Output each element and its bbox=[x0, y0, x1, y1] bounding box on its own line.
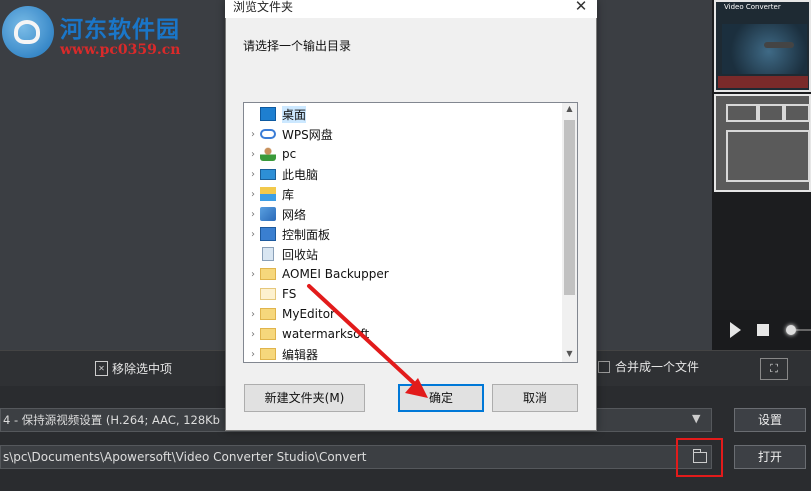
folder-tree[interactable]: 桌面 › WPS网盘 › pc › 此电脑 › 库 › 网络 › 控制面板 回收站 › AOMEI Backu… bbox=[243, 102, 578, 363]
stop-icon[interactable] bbox=[757, 324, 769, 336]
output-path-field[interactable]: s\pc\Documents\Apowersoft\Video Converte… bbox=[0, 445, 712, 469]
folder-icon bbox=[260, 288, 276, 300]
remove-selected-button[interactable]: ✕ 移除选中项 bbox=[95, 357, 172, 379]
folder-icon bbox=[692, 449, 707, 463]
tree-item[interactable]: › WPS网盘 bbox=[244, 124, 562, 144]
cloud-icon bbox=[260, 129, 276, 139]
tree-item[interactable]: › MyEditor bbox=[244, 304, 562, 324]
fullscreen-icon[interactable]: ⛶ bbox=[760, 358, 788, 380]
tree-item[interactable]: › 编辑器 bbox=[244, 344, 562, 362]
dialog-prompt: 请选择一个输出目录 bbox=[243, 39, 352, 53]
tree-item-label: AOMEI Backupper bbox=[282, 267, 389, 281]
tree-item-label: 桌面 bbox=[282, 105, 307, 123]
chevron-down-icon[interactable]: ▼ bbox=[692, 412, 700, 425]
tree-item[interactable]: › 库 bbox=[244, 184, 562, 204]
tree-item-label: 回收站 bbox=[282, 247, 319, 262]
folder-icon bbox=[260, 328, 276, 340]
close-icon[interactable]: ✕ bbox=[571, 0, 591, 16]
scroll-up-icon[interactable]: ▲ bbox=[562, 104, 577, 113]
chevron-right-icon[interactable]: › bbox=[246, 309, 260, 320]
preview-thumbnail-2[interactable] bbox=[714, 94, 811, 192]
tree-item-label: 此电脑 bbox=[282, 167, 319, 182]
chevron-right-icon[interactable]: › bbox=[246, 209, 260, 220]
tree-item-label: 编辑器 bbox=[282, 347, 319, 362]
chevron-right-icon[interactable]: › bbox=[246, 169, 260, 180]
recycle-bin-icon bbox=[262, 247, 274, 261]
settings-button[interactable]: 设置 bbox=[734, 408, 806, 432]
open-folder-button[interactable]: 打开 bbox=[734, 445, 806, 469]
new-folder-button[interactable]: 新建文件夹(M) bbox=[244, 384, 365, 412]
watermark-logo-icon bbox=[2, 6, 54, 58]
chevron-right-icon[interactable]: › bbox=[246, 149, 260, 160]
tree-item-label: 库 bbox=[282, 187, 295, 202]
computer-icon bbox=[260, 168, 276, 180]
tree-item[interactable]: › pc bbox=[244, 144, 562, 164]
chevron-right-icon[interactable]: › bbox=[246, 269, 260, 280]
tree-item-label: 控制面板 bbox=[282, 227, 331, 242]
browse-folder-button[interactable] bbox=[676, 438, 723, 477]
tree-item[interactable]: › AOMEI Backupper bbox=[244, 264, 562, 284]
merge-label: 合并成一个文件 bbox=[615, 360, 700, 374]
library-icon bbox=[260, 187, 276, 201]
scroll-down-icon[interactable]: ▼ bbox=[562, 349, 577, 358]
tree-item-label: 网络 bbox=[282, 207, 307, 222]
watermark-url: www.pc0359.cn bbox=[60, 42, 181, 58]
tree-item-label: watermarksoft bbox=[282, 327, 370, 341]
user-icon bbox=[260, 147, 276, 161]
preview-thumbnail[interactable]: Video Converter bbox=[714, 0, 811, 92]
folder-icon bbox=[260, 308, 276, 320]
merge-checkbox[interactable] bbox=[598, 360, 610, 373]
network-icon bbox=[260, 207, 276, 221]
control-panel-icon bbox=[260, 227, 276, 241]
tree-item[interactable]: › 此电脑 bbox=[244, 164, 562, 184]
seek-handle[interactable] bbox=[786, 325, 796, 335]
tree-item[interactable]: › 控制面板 bbox=[244, 224, 562, 244]
merge-option[interactable]: 合并成一个文件 bbox=[598, 358, 699, 375]
tree-item[interactable]: › 网络 bbox=[244, 204, 562, 224]
chevron-right-icon[interactable]: › bbox=[246, 349, 260, 360]
folder-icon bbox=[260, 268, 276, 280]
cancel-button[interactable]: 取消 bbox=[492, 384, 578, 412]
play-icon[interactable] bbox=[730, 322, 741, 338]
tree-item[interactable]: 桌面 bbox=[244, 104, 562, 124]
chevron-right-icon[interactable]: › bbox=[246, 229, 260, 240]
seek-track[interactable] bbox=[796, 329, 811, 331]
remove-file-icon: ✕ bbox=[95, 360, 108, 376]
ok-button[interactable]: 确定 bbox=[398, 384, 484, 412]
thumbnail-title: Video Converter bbox=[724, 3, 781, 11]
tree-item-label: MyEditor bbox=[282, 307, 335, 321]
tree-item-label: WPS网盘 bbox=[282, 127, 333, 142]
remove-selected-label: 移除选中项 bbox=[112, 361, 173, 376]
tree-item[interactable]: 回收站 bbox=[244, 244, 562, 264]
desktop-icon bbox=[260, 107, 276, 121]
tree-item[interactable]: FS bbox=[244, 284, 562, 304]
watermark-title: 河东软件园 bbox=[60, 16, 180, 43]
chevron-right-icon[interactable]: › bbox=[246, 129, 260, 140]
folder-icon bbox=[260, 348, 276, 360]
scrollbar-thumb[interactable] bbox=[564, 120, 575, 295]
tree-item-label: FS bbox=[282, 287, 297, 301]
tree-item[interactable]: › watermarksoft bbox=[244, 324, 562, 344]
dialog-title: 浏览文件夹 bbox=[233, 0, 294, 14]
chevron-right-icon[interactable]: › bbox=[246, 189, 260, 200]
tree-item-label: pc bbox=[282, 147, 297, 161]
chevron-right-icon[interactable]: › bbox=[246, 329, 260, 340]
